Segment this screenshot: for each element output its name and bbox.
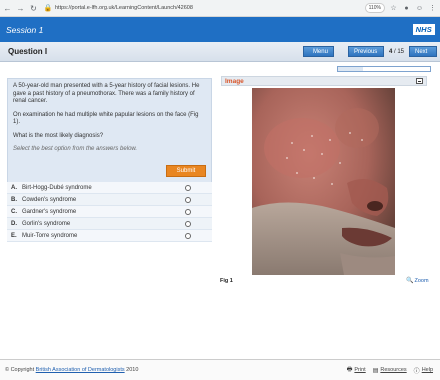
previous-button[interactable]: Previous <box>347 46 384 57</box>
reload-icon[interactable]: ↻ <box>28 3 39 14</box>
zoom-label: Zoom <box>414 277 429 284</box>
answer-option[interactable]: A. Birt-Hogg-Dubé syndrome <box>7 182 212 194</box>
resources-icon: ▤ <box>372 367 379 374</box>
minimize-icon[interactable] <box>416 78 423 84</box>
answer-letter: C. <box>11 208 17 215</box>
zoom-icon: 🔍 <box>406 278 414 284</box>
print-label: Print <box>354 367 366 373</box>
question-paragraph: On examination he had multiple white pap… <box>13 111 199 126</box>
zoom-indicator[interactable]: 110% <box>364 3 385 13</box>
extensions-icon[interactable]: ● <box>401 3 412 14</box>
profile-icon[interactable]: ☺ <box>414 3 425 14</box>
answer-text: Birt-Hogg-Dubé syndrome <box>22 184 92 191</box>
question-paragraph: A 50-year-old man presented with a 5-yea… <box>13 83 200 104</box>
more-icon[interactable]: ⋮ <box>427 3 438 14</box>
answer-option[interactable]: E. Muir-Torre syndrome <box>7 230 212 242</box>
answer-letter: E. <box>11 232 17 239</box>
answer-radio[interactable] <box>185 232 191 239</box>
print-icon: 🖶 <box>346 367 353 373</box>
answer-radio[interactable] <box>185 208 191 215</box>
question-bar: Question I Menu Previous 4 / 15 Next <box>0 42 440 62</box>
answer-text: Cowden's syndrome <box>22 196 77 203</box>
resources-label: Resources <box>380 367 407 373</box>
copyright-prefix: © Copyright <box>5 367 35 373</box>
copyright-link[interactable]: British Association of Dermatologists <box>36 367 125 373</box>
session-header: Session 1 NHS <box>0 17 440 42</box>
question-paragraph: What is the most likely diagnosis? <box>13 132 104 139</box>
zoom-link[interactable]: 🔍 Zoom <box>406 277 429 285</box>
next-button[interactable]: Next <box>409 46 437 57</box>
figure-caption: Fig 1 <box>220 278 233 284</box>
answer-letter: D. <box>11 220 17 227</box>
answer-text: Muir-Torre syndrome <box>22 232 78 239</box>
footer: © Copyright British Association of Derma… <box>0 359 440 380</box>
answer-radio[interactable] <box>185 184 191 191</box>
answer-text: Gorlin's syndrome <box>22 220 71 227</box>
address-bar[interactable]: https://portal.e-lfh.org.uk/LearningCont… <box>55 5 365 11</box>
forward-icon[interactable]: → <box>15 3 26 14</box>
nhs-logo: NHS <box>412 24 435 35</box>
current-page: 4 <box>388 48 393 55</box>
total-pages: 15 <box>397 48 404 55</box>
help-link[interactable]: ⓘ Help <box>414 366 433 375</box>
question-panel: A 50-year-old man presented with a 5-yea… <box>7 78 212 184</box>
answer-radio[interactable] <box>185 220 191 227</box>
session-title: Session 1 <box>6 24 44 35</box>
menu-button[interactable]: Menu <box>302 46 334 57</box>
answer-list: A. Birt-Hogg-Dubé syndrome B. Cowden's s… <box>7 182 212 242</box>
question-hint: Select the best option from the answers … <box>13 146 138 152</box>
answer-letter: A. <box>11 184 17 191</box>
lock-icon[interactable]: 🔒 <box>43 3 53 13</box>
copyright-year: 2010 <box>126 367 139 373</box>
question-title: Question I <box>8 47 48 56</box>
answer-radio[interactable] <box>185 196 191 203</box>
answer-option[interactable]: B. Cowden's syndrome <box>7 194 212 206</box>
clinical-photo[interactable] <box>252 88 395 275</box>
progress-bar <box>337 66 431 72</box>
star-icon[interactable]: ☆ <box>388 3 399 14</box>
answer-text: Gardner's syndrome <box>22 208 77 215</box>
answer-option[interactable]: D. Gorlin's syndrome <box>7 218 212 230</box>
answer-letter: B. <box>11 196 17 203</box>
image-panel-title: Image <box>225 77 244 85</box>
answer-option[interactable]: C. Gardner's syndrome <box>7 206 212 218</box>
help-icon: ⓘ <box>413 368 420 375</box>
copyright: © Copyright British Association of Derma… <box>5 367 347 373</box>
submit-button[interactable]: Submit <box>166 165 206 177</box>
back-icon[interactable]: ← <box>2 3 13 14</box>
page-indicator: 4 / 15 <box>389 49 404 55</box>
print-link[interactable]: 🖶 Print <box>347 365 366 375</box>
help-label: Help <box>421 367 433 373</box>
browser-toolbar: ← → ↻ 🔒 https://portal.e-lfh.org.uk/Lear… <box>0 0 440 17</box>
face-photo-svg <box>252 88 395 275</box>
image-panel-header: Image <box>221 76 427 86</box>
resources-link[interactable]: ▤ Resources <box>373 367 407 374</box>
question-stem: A 50-year-old man presented with a 5-yea… <box>13 83 206 140</box>
progress-fill <box>338 67 363 71</box>
